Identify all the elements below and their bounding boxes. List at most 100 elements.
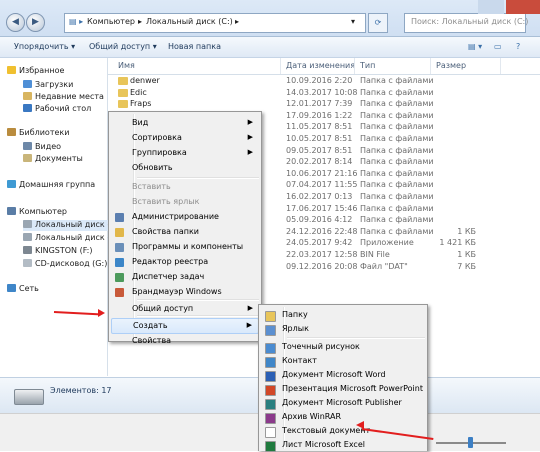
nav-libraries[interactable]: Библиотеки	[7, 128, 69, 139]
back-icon[interactable]: ◀	[6, 13, 25, 32]
column-size[interactable]: Размер	[436, 61, 466, 70]
create-item-8[interactable]: Текстовый документ	[261, 424, 425, 438]
menu-item-9[interactable]: Редактор реестра	[111, 255, 259, 269]
menu-item-7[interactable]: Свойства папки	[111, 225, 259, 239]
new-folder-button[interactable]: Новая папка	[168, 42, 221, 51]
create-item-4[interactable]: Документ Microsoft Word	[261, 368, 425, 382]
table-row[interactable]: Edic 14.03.2017 10:08 Папка с файлами	[108, 88, 540, 99]
submenu-arrow-icon: ▶	[247, 133, 253, 141]
column-divider[interactable]	[354, 58, 355, 74]
history-dropdown-icon[interactable]: ▾	[351, 17, 355, 26]
nav-homegroup[interactable]: Домашняя группа	[7, 180, 95, 191]
menu-item-10[interactable]: Диспетчер задач	[111, 270, 259, 284]
nav-downloads[interactable]: Загрузки	[23, 80, 73, 91]
close-button[interactable]	[506, 0, 540, 14]
nav-video[interactable]: Видео	[23, 142, 61, 153]
item-count: Элементов: 17	[50, 386, 112, 395]
create-item-0[interactable]: Папку	[261, 308, 425, 322]
menu-item-0[interactable]: Вид ▶	[111, 116, 259, 130]
file-date: 16.02.2017 0:13	[286, 192, 353, 201]
forward-icon[interactable]: ▶	[26, 13, 45, 32]
create-item-2[interactable]: Точечный рисунок	[261, 340, 425, 354]
menu-item-11[interactable]: Брандмауэр Windows	[111, 285, 259, 299]
table-row[interactable]: Fraps 12.01.2017 7:39 Папка с файлами	[108, 99, 540, 110]
nav-kingston[interactable]: KINGSTON (F:)	[23, 246, 93, 257]
chevron-right-icon: ▸	[235, 17, 240, 26]
file-name: Fraps	[130, 99, 152, 109]
menu-item-icon	[115, 273, 124, 282]
table-row[interactable]: denwer 10.09.2016 2:20 Папка с файлами	[108, 76, 540, 87]
column-divider[interactable]	[280, 58, 281, 74]
breadcrumb-computer[interactable]: Компьютер	[87, 17, 135, 26]
nav-local-disk-d[interactable]: Локальный диск (D	[23, 233, 117, 244]
breadcrumb-local-disk[interactable]: Локальный диск (C:)	[146, 17, 233, 26]
menu-item-label: Свойства	[132, 336, 172, 345]
menu-item-12[interactable]: Общий доступ ▶	[111, 302, 259, 316]
help-icon[interactable]: ?	[516, 42, 520, 51]
nav-computer[interactable]: Компьютер	[7, 207, 67, 218]
create-item-6[interactable]: Документ Microsoft Publisher	[261, 396, 425, 410]
annotation-arrowhead	[98, 309, 105, 317]
menu-separator	[137, 177, 259, 179]
menu-item-label: Документ Microsoft Word	[282, 370, 386, 379]
nav-cd-drive[interactable]: CD-дисковод (G:)	[23, 259, 107, 270]
file-size: 1 КБ	[457, 250, 476, 259]
column-divider[interactable]	[500, 58, 501, 74]
menu-item-label: Архив WinRAR	[282, 412, 342, 421]
menu-item-icon	[115, 243, 124, 252]
menu-item-13[interactable]: Создать ▶	[111, 318, 259, 334]
file-type-icon	[265, 357, 276, 368]
file-type: BIN File	[360, 250, 390, 259]
menu-item-8[interactable]: Программы и компоненты	[111, 240, 259, 254]
search-input[interactable]: Поиск: Локальный диск (C:)	[404, 13, 528, 33]
file-size: 7 КБ	[457, 261, 476, 271]
submenu-arrow-icon: ▶	[247, 304, 253, 312]
create-item-5[interactable]: Презентация Microsoft PowerPoint	[261, 382, 425, 396]
column-name[interactable]: Имя	[118, 61, 135, 70]
menu-item-label: Диспетчер задач	[132, 272, 205, 281]
column-type[interactable]: Тип	[360, 61, 375, 70]
nav-favorites[interactable]: Избранное	[7, 66, 64, 77]
menu-item-3[interactable]: Обновить	[111, 161, 259, 175]
menu-item-label: Вид	[132, 118, 149, 127]
column-divider[interactable]	[430, 58, 431, 74]
file-type-icon	[265, 427, 276, 438]
computer-icon	[7, 207, 16, 215]
file-type-icon	[265, 311, 276, 322]
create-item-7[interactable]: Архив WinRAR	[261, 410, 425, 424]
nav-documents[interactable]: Документы	[23, 154, 83, 165]
create-item-3[interactable]: Контакт	[261, 354, 425, 368]
create-item-1[interactable]: Ярлык	[261, 322, 425, 336]
create-submenu: Папку Ярлык Точечный рисунок Контакт Докумен…	[258, 304, 428, 452]
context-menu: Вид ▶ Сортировка ▶ Группировка ▶ Обновить Встав…	[108, 111, 262, 345]
nav-local-disk-c[interactable]: Локальный диск (С	[23, 220, 116, 231]
preview-pane-icon[interactable]: ▭	[494, 42, 502, 51]
menu-separator	[287, 337, 425, 339]
organize-button[interactable]: Упорядочить ▾	[14, 42, 75, 51]
nav-desktop[interactable]: Рабочий стол	[23, 104, 91, 115]
menu-item-14[interactable]: Свойства	[111, 334, 259, 348]
share-button[interactable]: Общий доступ ▾	[89, 42, 157, 51]
menu-item-label: Лист Microsoft Excel	[282, 440, 365, 449]
address-input[interactable]: ▤ ▸ Компьютер ▸ Локальный диск (C:) ▸ ▾	[64, 13, 366, 33]
network-icon	[7, 284, 16, 292]
address-bar-area: ◀ ▶ ▤ ▸ Компьютер ▸ Локальный диск (C:) …	[0, 0, 540, 37]
nav-network[interactable]: Сеть	[7, 284, 39, 295]
menu-item-1[interactable]: Сортировка ▶	[111, 131, 259, 145]
menu-item-2[interactable]: Группировка ▶	[111, 146, 259, 160]
menu-item-4[interactable]: Вставить	[111, 180, 259, 194]
minimize-button[interactable]	[478, 0, 504, 14]
view-options-icon[interactable]: ▤ ▾	[468, 42, 482, 51]
menu-item-5[interactable]: Вставить ярлык	[111, 195, 259, 209]
file-type: Приложение	[360, 238, 414, 248]
menu-item-label: Презентация Microsoft PowerPoint	[282, 384, 423, 393]
nav-recent[interactable]: Недавние места	[23, 92, 104, 103]
menu-item-6[interactable]: Администрирование	[111, 210, 259, 224]
file-date: 17.06.2017 15:46	[286, 203, 358, 213]
zoom-slider-handle[interactable]	[468, 437, 473, 448]
refresh-icon[interactable]: ⟳	[368, 13, 388, 33]
recent-places-icon	[23, 92, 32, 100]
usb-drive-icon	[23, 246, 32, 254]
column-date[interactable]: Дата изменения	[286, 61, 355, 70]
file-date: 11.05.2017 8:51	[286, 122, 353, 132]
